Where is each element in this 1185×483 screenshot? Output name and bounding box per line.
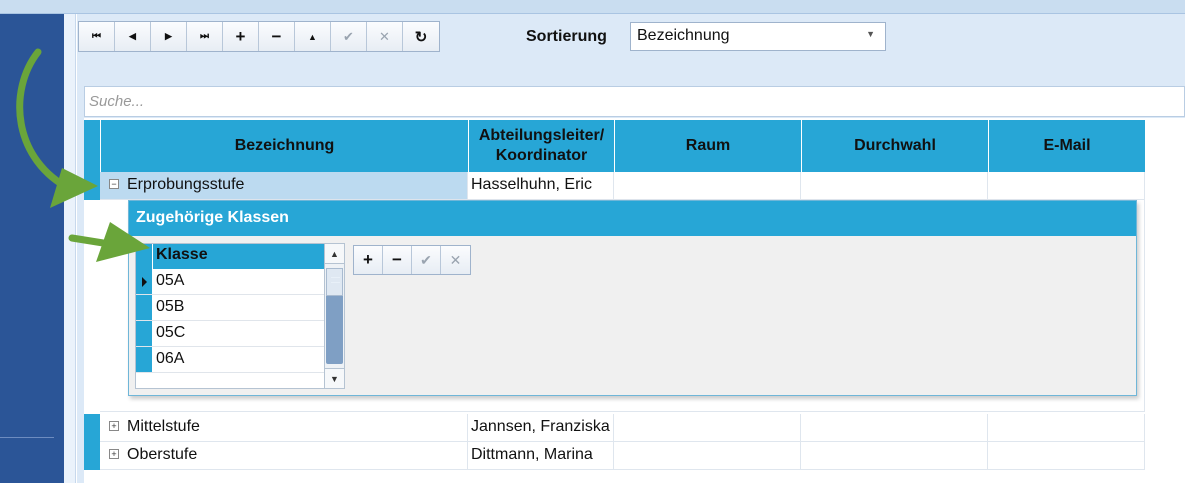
collapse-icon[interactable]: −: [109, 179, 119, 189]
sort-selected-value: Bezeichnung: [637, 27, 730, 44]
row-indicator[interactable]: [136, 347, 152, 372]
sidebar-splitter[interactable]: [64, 14, 76, 483]
cell-email[interactable]: [988, 172, 1145, 200]
last-record-button[interactable]: ⏭: [187, 22, 223, 51]
move-up-button[interactable]: ▲: [295, 22, 331, 51]
detail-panel-classes: Zugehörige Klassen Klasse 05A 05B 05C 06…: [128, 200, 1137, 396]
grip-icon: [331, 277, 340, 283]
confirm-button[interactable]: ✔: [331, 22, 367, 51]
confirm-icon: ✔: [343, 28, 354, 44]
refresh-icon: ↻: [414, 28, 428, 46]
window-top-strip: [0, 0, 1185, 14]
table-row[interactable]: + Mittelstufe Jannsen, Franziska: [84, 414, 1145, 442]
current-row-icon: [142, 277, 147, 287]
cancel-button[interactable]: ✕: [367, 22, 403, 51]
cell-durchwahl[interactable]: [801, 442, 988, 470]
sidebar-separator: [0, 437, 54, 438]
column-header-abteilungsleiter[interactable]: Abteilungsleiter/ Koordinator: [468, 120, 614, 172]
class-cell[interactable]: 05C: [152, 321, 344, 346]
remove-icon: −: [271, 26, 282, 46]
chevron-down-icon: ▼: [866, 29, 875, 39]
refresh-button[interactable]: ↻: [403, 22, 439, 51]
expand-icon[interactable]: +: [109, 421, 119, 431]
remove-button[interactable]: −: [259, 22, 295, 51]
list-item[interactable]: 05C: [136, 321, 344, 347]
add-icon: +: [363, 250, 373, 269]
previous-record-button[interactable]: ◀: [115, 22, 151, 51]
first-record-icon: ⏮: [92, 31, 101, 42]
navigation-toolbar: ⏮ ◀ ▶ ⏭ + − ▲ ✔ ✕ ↻: [78, 21, 440, 52]
next-record-button[interactable]: ▶: [151, 22, 187, 51]
row-indicator[interactable]: [84, 172, 100, 200]
expand-icon[interactable]: +: [109, 449, 119, 459]
last-record-icon: ⏭: [200, 31, 209, 42]
cell-leiter[interactable]: Dittmann, Marina: [468, 442, 614, 470]
column-header-bezeichnung[interactable]: Bezeichnung: [100, 120, 468, 172]
table-row[interactable]: − Erprobungsstufe Hasselhuhn, Eric: [84, 172, 1145, 200]
cell-bezeichnung-text: Mittelstufe: [127, 418, 200, 435]
add-button[interactable]: +: [223, 22, 259, 51]
cancel-icon: ✕: [449, 251, 462, 268]
column-header-email[interactable]: E-Mail: [988, 120, 1145, 172]
class-cell[interactable]: 06A: [152, 347, 344, 372]
list-item[interactable]: 05A: [136, 269, 344, 295]
column-header-klasse[interactable]: Klasse: [152, 244, 344, 269]
sort-select[interactable]: Bezeichnung ▼: [630, 22, 886, 51]
sidebar: [0, 14, 64, 483]
table-row[interactable]: + Oberstufe Dittmann, Marina: [84, 442, 1145, 470]
row-indicator[interactable]: [84, 414, 100, 442]
cell-bezeichnung[interactable]: + Mittelstufe: [100, 414, 468, 442]
row-indicator[interactable]: [136, 269, 152, 294]
list-item[interactable]: 05B: [136, 295, 344, 321]
add-icon: +: [235, 26, 246, 46]
cell-leiter[interactable]: Hasselhuhn, Eric: [468, 172, 614, 200]
classes-grid-header: Klasse: [136, 244, 344, 269]
confirm-icon: ✔: [420, 251, 432, 268]
column-header-durchwahl[interactable]: Durchwahl: [801, 120, 988, 172]
detail-title: Zugehörige Klassen: [129, 201, 1136, 236]
first-record-button[interactable]: ⏮: [79, 22, 115, 51]
cell-bezeichnung[interactable]: − Erprobungsstufe: [100, 172, 468, 200]
cell-bezeichnung-text: Erprobungsstufe: [127, 176, 245, 193]
remove-icon: −: [392, 250, 402, 269]
cell-durchwahl[interactable]: [801, 414, 988, 442]
search-input[interactable]: Suche...: [84, 86, 1185, 117]
cell-durchwahl[interactable]: [801, 172, 988, 200]
confirm-class-button[interactable]: ✔: [412, 246, 441, 274]
cancel-class-button[interactable]: ✕: [441, 246, 470, 274]
classes-toolbar: + − ✔ ✕: [353, 245, 471, 275]
remove-class-button[interactable]: −: [383, 246, 412, 274]
cell-bezeichnung-text: Oberstufe: [127, 446, 198, 463]
move-up-icon: ▲: [308, 31, 317, 42]
row-indicator[interactable]: [136, 295, 152, 320]
row-indicator[interactable]: [84, 442, 100, 470]
list-item[interactable]: 06A: [136, 347, 344, 373]
row-indicator[interactable]: [136, 321, 152, 346]
grid-header: Bezeichnung Abteilungsleiter/ Koordinato…: [84, 120, 1145, 172]
cancel-icon: ✕: [379, 28, 390, 44]
classes-grid: Klasse 05A 05B 05C 06A ▲ ▼: [135, 243, 345, 389]
header-indicator: [136, 244, 152, 269]
scrollbar-thumb[interactable]: [326, 268, 343, 296]
column-header-raum[interactable]: Raum: [614, 120, 801, 172]
class-cell[interactable]: 05B: [152, 295, 344, 320]
scroll-up-icon[interactable]: ▲: [325, 244, 344, 264]
cell-raum[interactable]: [614, 442, 801, 470]
next-record-icon: ▶: [165, 31, 172, 41]
vertical-scrollbar[interactable]: ▲ ▼: [324, 244, 344, 388]
add-class-button[interactable]: +: [354, 246, 383, 274]
cell-raum[interactable]: [614, 414, 801, 442]
cell-raum[interactable]: [614, 172, 801, 200]
cell-email[interactable]: [988, 442, 1145, 470]
sort-label: Sortierung: [526, 28, 607, 45]
header-indicator-column: [84, 120, 100, 172]
cell-leiter[interactable]: Jannsen, Franziska: [468, 414, 614, 442]
cell-bezeichnung[interactable]: + Oberstufe: [100, 442, 468, 470]
previous-record-icon: ◀: [129, 31, 136, 41]
class-cell[interactable]: 05A: [152, 269, 344, 294]
cell-email[interactable]: [988, 414, 1145, 442]
scroll-down-icon[interactable]: ▼: [325, 368, 344, 388]
